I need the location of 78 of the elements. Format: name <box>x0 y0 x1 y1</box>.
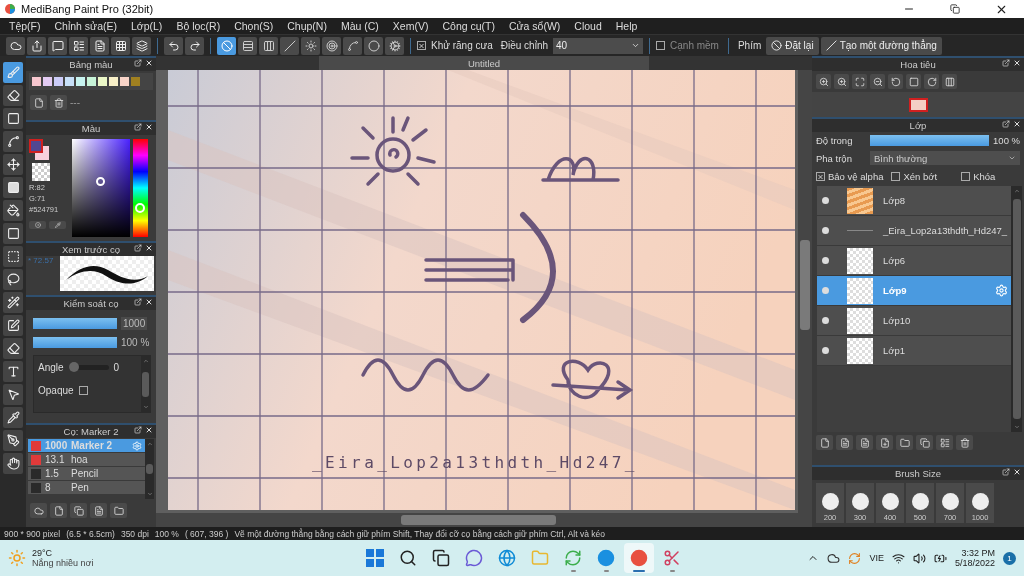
layer-item[interactable]: Lớp8 <box>817 186 1011 216</box>
field-label: Điều chỉnh <box>500 40 549 51</box>
status-text: ( 607, 396 ) <box>184 528 229 539</box>
brush-item[interactable]: 8 Pen <box>28 481 145 495</box>
layer-name: _Eira_Lop2a13thdth_Hd247_ <box>883 225 1008 236</box>
brush-size-readout: * 72.57 <box>27 256 55 265</box>
menu-item[interactable]: Tệp(F) <box>2 20 48 32</box>
menu-item[interactable]: Chỉnh sửa(E) <box>47 20 124 32</box>
angle-label: Angle <box>38 362 64 373</box>
reset-button[interactable]: Đặt lại <box>766 36 819 55</box>
layer-item[interactable]: Lớp6 <box>817 246 1011 276</box>
layer-item[interactable]: _Eira_Lop2a13thdth_Hd247_ <box>817 216 1011 246</box>
panel-title: Màu <box>81 123 101 134</box>
brush-name: hoa <box>71 454 88 465</box>
panel-title: Kiểm soát cọ <box>63 298 119 309</box>
menu-item[interactable]: Xem(V) <box>385 20 436 32</box>
blend-dropdown[interactable]: Bình thường <box>870 151 1020 165</box>
brush-name: Pencil <box>71 468 99 479</box>
clock-date: 5/18/2022 <box>954 558 995 568</box>
adjust-dropdown[interactable]: 40 <box>553 37 644 54</box>
layer-name: Lớp10 <box>883 315 911 326</box>
menu-item[interactable]: Cửa sổ(W) <box>501 20 568 32</box>
layer-name: Lớp6 <box>883 255 906 266</box>
brush-size: 1.5 <box>45 468 60 479</box>
brush-size: 8 <box>45 482 52 493</box>
status-text: Vẽ một đường thẳng bằng cách giữ phím Shift, Thay đổi cỡ cọ bằng cách giữ phím Ctrl, Alt và kéo <box>234 528 605 539</box>
palette-name: --- <box>70 97 80 108</box>
panel-title: Xem trước cọ <box>62 244 120 255</box>
brush-name: Pen <box>71 482 89 493</box>
checkbox-label: Khử răng cưa <box>431 40 493 51</box>
layer-item[interactable]: Lớp1 <box>817 336 1011 366</box>
layer-name: Lớp9 <box>883 285 907 296</box>
layer-name: Lớp8 <box>883 195 906 206</box>
status-text: 350 dpi <box>120 528 149 539</box>
menu-item[interactable]: Công cụ(T) <box>435 20 502 32</box>
brush-item[interactable]: 1.5 Pencil <box>28 467 145 481</box>
status-text: 900 * 900 pixel <box>4 528 61 539</box>
checkbox-label: Opaque <box>38 385 74 396</box>
brush-size: 13.1 <box>45 454 66 465</box>
opacity-label: Độ trong <box>816 135 854 146</box>
menu-item[interactable]: Lớp(L) <box>123 20 170 32</box>
notification-badge[interactable]: 1 <box>1003 551 1016 565</box>
language-indicator[interactable]: VIE <box>869 553 884 563</box>
panel-title: Bảng màu <box>69 59 113 70</box>
checkbox-label: Cạnh mềm <box>670 40 719 51</box>
status-text: 100 % <box>154 528 179 539</box>
panel-title: Lớp <box>909 120 927 131</box>
panel-title: Brush Size <box>895 468 941 479</box>
checkbox-label: Xén bớt <box>903 171 938 182</box>
layer-name: Lớp1 <box>883 345 906 356</box>
menu-item[interactable]: Chụp(N) <box>280 20 334 32</box>
temperature: 29°C <box>32 548 54 558</box>
slider-value: 100 % <box>121 337 150 348</box>
checkbox-label: Khóa <box>973 171 996 182</box>
brush-size: 1000 <box>45 440 67 451</box>
panel-title: Hoa tiêu <box>900 59 936 70</box>
window-title: MediBang Paint Pro (32bit) <box>21 3 155 15</box>
slider-value: 1000 <box>121 317 148 330</box>
status-text: (6.5 * 6.5cm) <box>66 528 115 539</box>
menu-item[interactable]: Màu (C) <box>333 20 386 32</box>
menu-item[interactable]: Help <box>608 20 645 32</box>
clock-time: 3:32 PM <box>961 548 995 558</box>
brush-item[interactable]: 13.1 hoa <box>28 453 145 467</box>
key-label: Phím <box>737 40 762 51</box>
canvas-text: _Eira_Lop2a13thdth_Hd247_ <box>312 453 638 472</box>
menu-item[interactable]: Chọn(S) <box>227 20 281 32</box>
checkbox-label: Bảo vệ alpha <box>828 171 884 182</box>
angle-value: 0 <box>113 362 120 373</box>
blend-label: Pha trộn <box>816 152 853 164</box>
layer-item[interactable]: Lớp10 <box>817 306 1011 336</box>
brush-name: Marker 2 <box>71 440 113 451</box>
document-tab[interactable]: Untitled <box>319 56 649 70</box>
weather-text: Nắng nhiều nơi <box>32 558 94 568</box>
opacity-value: 100 % <box>993 135 1020 146</box>
menu-item[interactable]: Bộ lọc(R) <box>169 20 228 32</box>
menu-item[interactable]: Cloud <box>567 20 609 32</box>
panel-title: Cọ: Marker 2 <box>63 426 119 437</box>
straight-line-button[interactable]: Tạo một đường thẳng <box>820 36 942 55</box>
